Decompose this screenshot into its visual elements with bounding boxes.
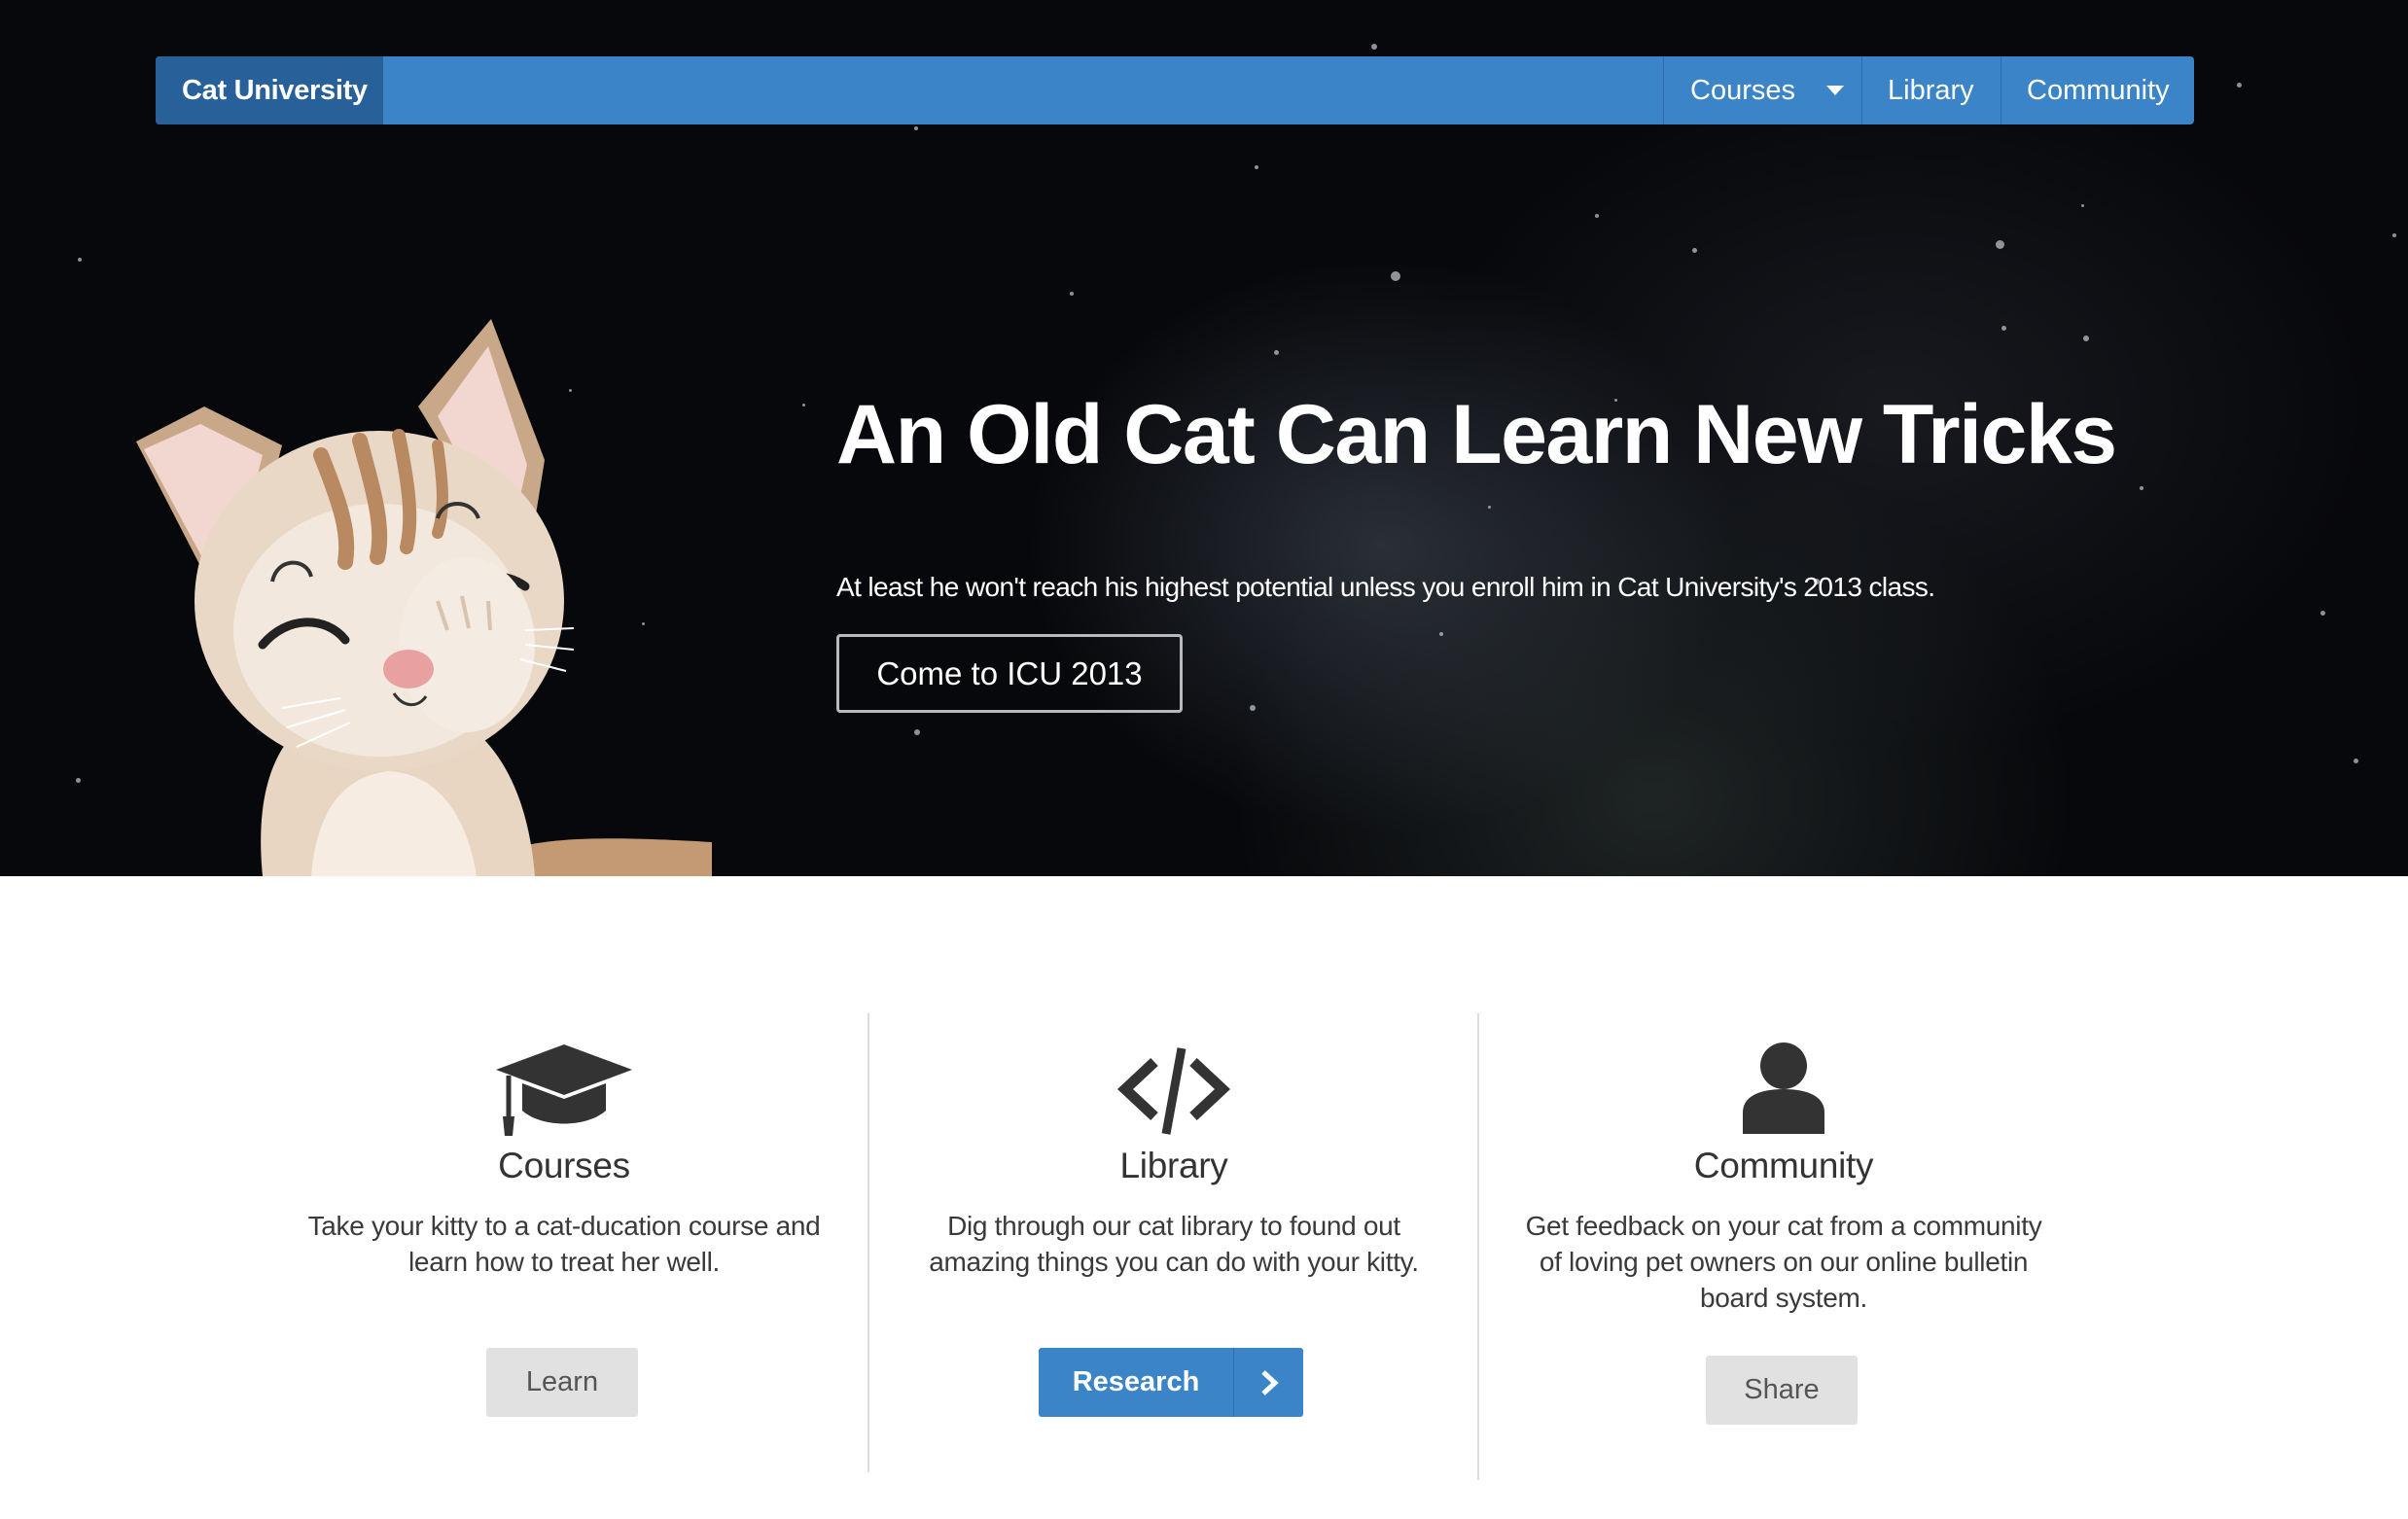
nav-item-courses[interactable]: Courses <box>1663 56 1861 124</box>
star-dot <box>2392 233 2396 237</box>
navbar-spacer <box>383 56 1663 124</box>
enroll-cta-button[interactable]: Come to ICU 2013 <box>836 634 1183 713</box>
feature-courses: Courses Take your kitty to a cat-ducatio… <box>259 1041 869 1280</box>
learn-button[interactable]: Learn <box>486 1348 638 1417</box>
feature-title: Community <box>1693 1146 1874 1185</box>
star-dot <box>1250 705 1256 711</box>
cat-mascot-illustration <box>136 319 712 876</box>
star-dot <box>1488 506 1491 509</box>
star-dot <box>2001 326 2006 331</box>
top-navbar: Cat University Courses Library Community <box>156 56 2194 124</box>
star-dot <box>1255 165 1258 169</box>
chevron-down-icon <box>1826 86 1844 95</box>
research-button[interactable]: Research <box>1039 1348 1303 1417</box>
feature-title: Courses <box>498 1146 630 1185</box>
star-dot <box>1070 292 1074 296</box>
feature-description: Get feedback on your cat from a communit… <box>1525 1211 2042 1313</box>
star-dot <box>802 404 805 406</box>
graduation-cap-icon <box>496 1044 632 1136</box>
user-icon <box>1743 1042 1824 1134</box>
star-dot <box>2237 83 2242 88</box>
share-button[interactable]: Share <box>1706 1356 1858 1425</box>
hero-banner: Cat University Courses Library Community… <box>0 0 2408 876</box>
star-dot <box>2081 204 2084 207</box>
feature-community: Community Get feedback on your cat from … <box>1478 1041 2089 1316</box>
star-dot <box>1391 271 1400 281</box>
feature-title: Library <box>1119 1146 1228 1185</box>
hero-title: An Old Cat Can Learn New Tricks <box>836 388 2117 481</box>
star-dot <box>2320 611 2325 616</box>
nav-item-library[interactable]: Library <box>1861 56 2001 124</box>
chevron-right-icon <box>1233 1348 1303 1417</box>
star-dot <box>1996 240 2004 249</box>
star-dot <box>914 729 920 735</box>
feature-description: Dig through our cat library to found out… <box>929 1211 1419 1277</box>
research-button-label: Research <box>1072 1366 1200 1397</box>
star-dot <box>1371 44 1377 50</box>
code-icon <box>1117 1047 1230 1135</box>
star-dot <box>1595 214 1599 218</box>
star-dot <box>76 778 81 783</box>
nav-courses-label: Courses <box>1690 74 1795 106</box>
star-dot <box>1274 350 1279 355</box>
star-dot <box>2140 486 2143 490</box>
star-dot <box>2354 759 2358 763</box>
nav-item-community[interactable]: Community <box>2001 56 2194 124</box>
hero-subtitle: At least he won't reach his highest pote… <box>836 572 1935 602</box>
brand-logo-link[interactable]: Cat University <box>156 56 383 124</box>
star-dot <box>1692 248 1697 253</box>
feature-description: Take your kitty to a cat-ducation course… <box>307 1211 821 1277</box>
star-dot <box>2083 336 2089 341</box>
star-dot <box>78 258 82 262</box>
star-dot <box>914 126 918 130</box>
feature-library: Library Dig through our cat library to f… <box>868 1041 1479 1280</box>
star-dot <box>1439 632 1443 636</box>
